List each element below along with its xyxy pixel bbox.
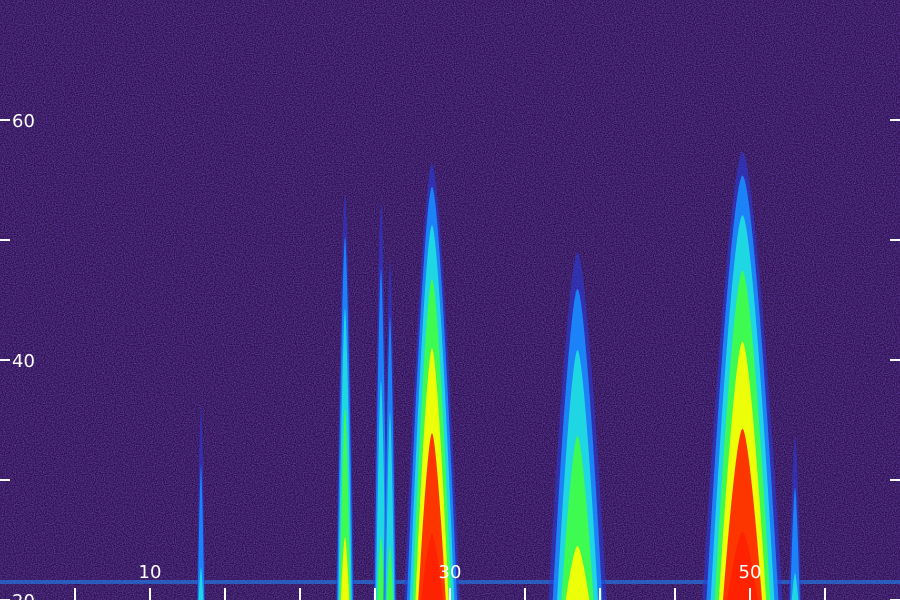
x-tick-label: 50 bbox=[739, 562, 762, 583]
y-tick-label: 20 bbox=[12, 591, 35, 600]
y-tick-label: 60 bbox=[12, 111, 35, 132]
x-tick-label: 30 bbox=[439, 562, 462, 583]
spectrogram-chart: 10 30 50 20 40 60 bbox=[0, 0, 900, 600]
x-tick-label: 10 bbox=[139, 562, 162, 583]
y-tick-label: 40 bbox=[12, 351, 35, 372]
